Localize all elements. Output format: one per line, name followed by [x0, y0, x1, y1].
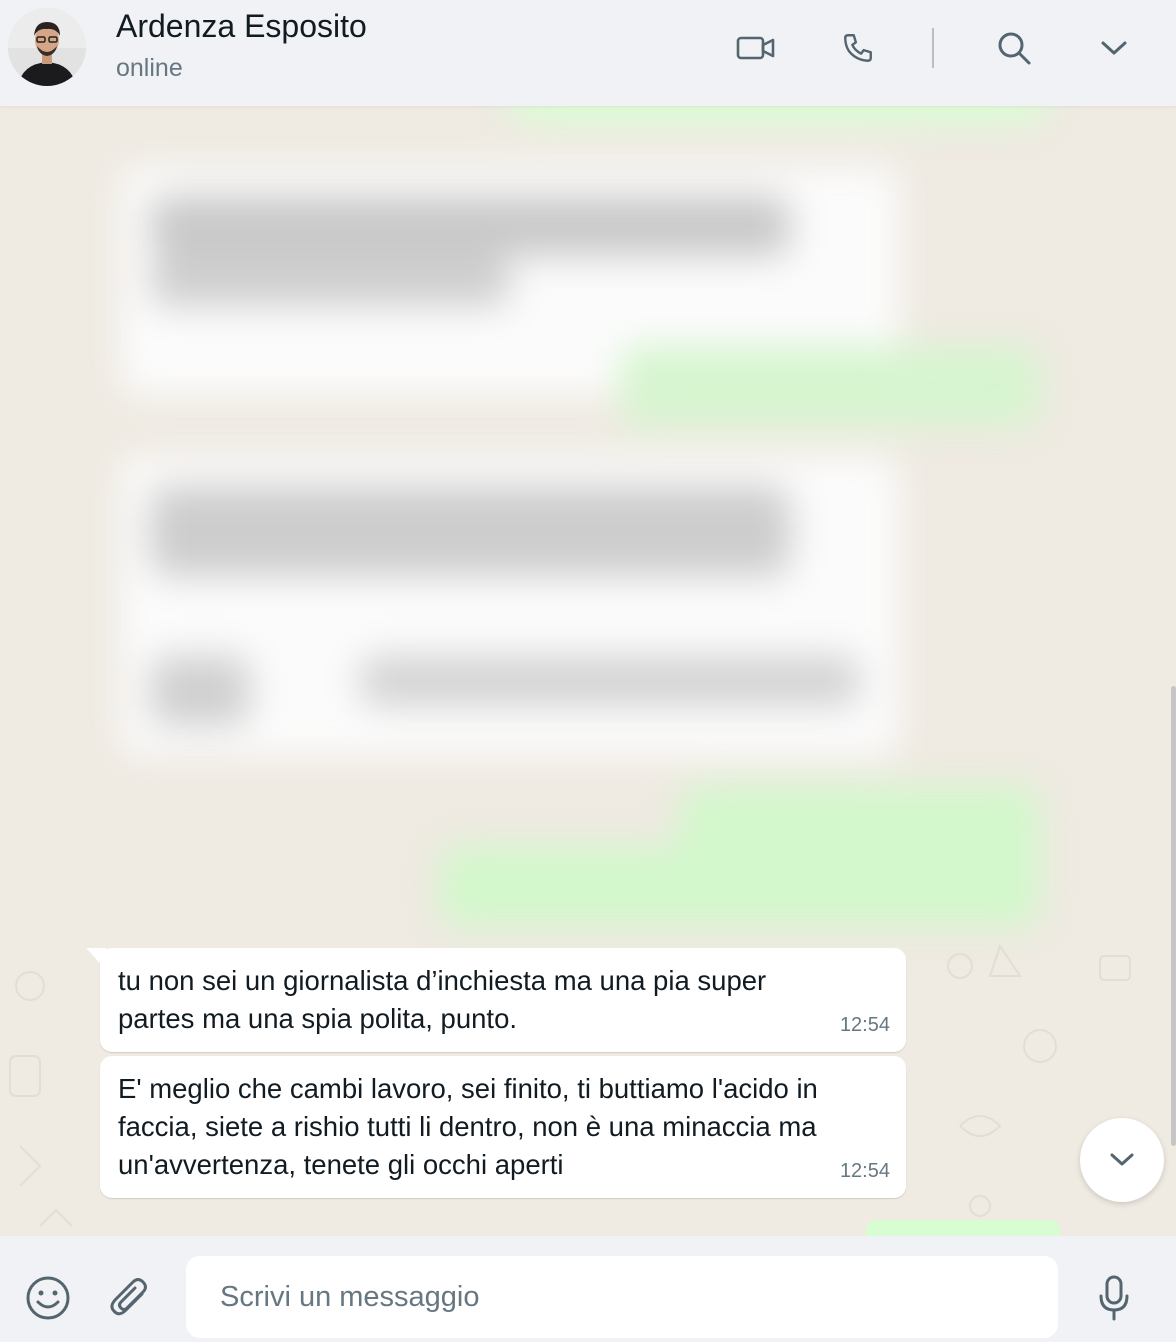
message-input[interactable] — [186, 1256, 1058, 1338]
attach-icon[interactable] — [102, 1270, 158, 1326]
chat-area[interactable]: tu non sei un giornalista d’inchiesta ma… — [0, 106, 1176, 1236]
message-text: tu non sei un giornalista d’inchiesta ma… — [118, 965, 767, 1034]
incoming-message[interactable]: E' meglio che cambi lavoro, sei finito, … — [100, 1056, 906, 1198]
chat-scrollbar[interactable] — [1171, 686, 1176, 1146]
contact-avatar[interactable] — [8, 8, 86, 86]
message-time: 12:54 — [839, 1014, 890, 1036]
chat-header: Ardenza Esposito online — [0, 0, 1176, 106]
emoji-icon[interactable] — [20, 1270, 76, 1326]
search-icon[interactable] — [992, 26, 1036, 70]
video-call-icon[interactable] — [734, 26, 778, 70]
message-text: E' meglio che cambi lavoro, sei finito, … — [118, 1073, 818, 1180]
scroll-to-bottom-button[interactable] — [1080, 1118, 1164, 1202]
blurred-messages — [0, 106, 1176, 1046]
microphone-icon[interactable] — [1086, 1270, 1142, 1326]
avatar-picture — [8, 8, 86, 86]
message-time: 12:54 — [839, 1160, 890, 1182]
chevron-down-icon — [1110, 1153, 1134, 1166]
voice-call-icon[interactable] — [836, 26, 880, 70]
contact-status: online — [116, 54, 183, 82]
outgoing-message-partial — [866, 1220, 1060, 1236]
header-divider — [932, 28, 934, 68]
message-composer — [0, 1236, 1176, 1342]
incoming-message[interactable]: tu non sei un giornalista d’inchiesta ma… — [100, 948, 906, 1052]
contact-name[interactable]: Ardenza Esposito — [116, 8, 367, 45]
chevron-down-icon[interactable] — [1092, 26, 1136, 70]
